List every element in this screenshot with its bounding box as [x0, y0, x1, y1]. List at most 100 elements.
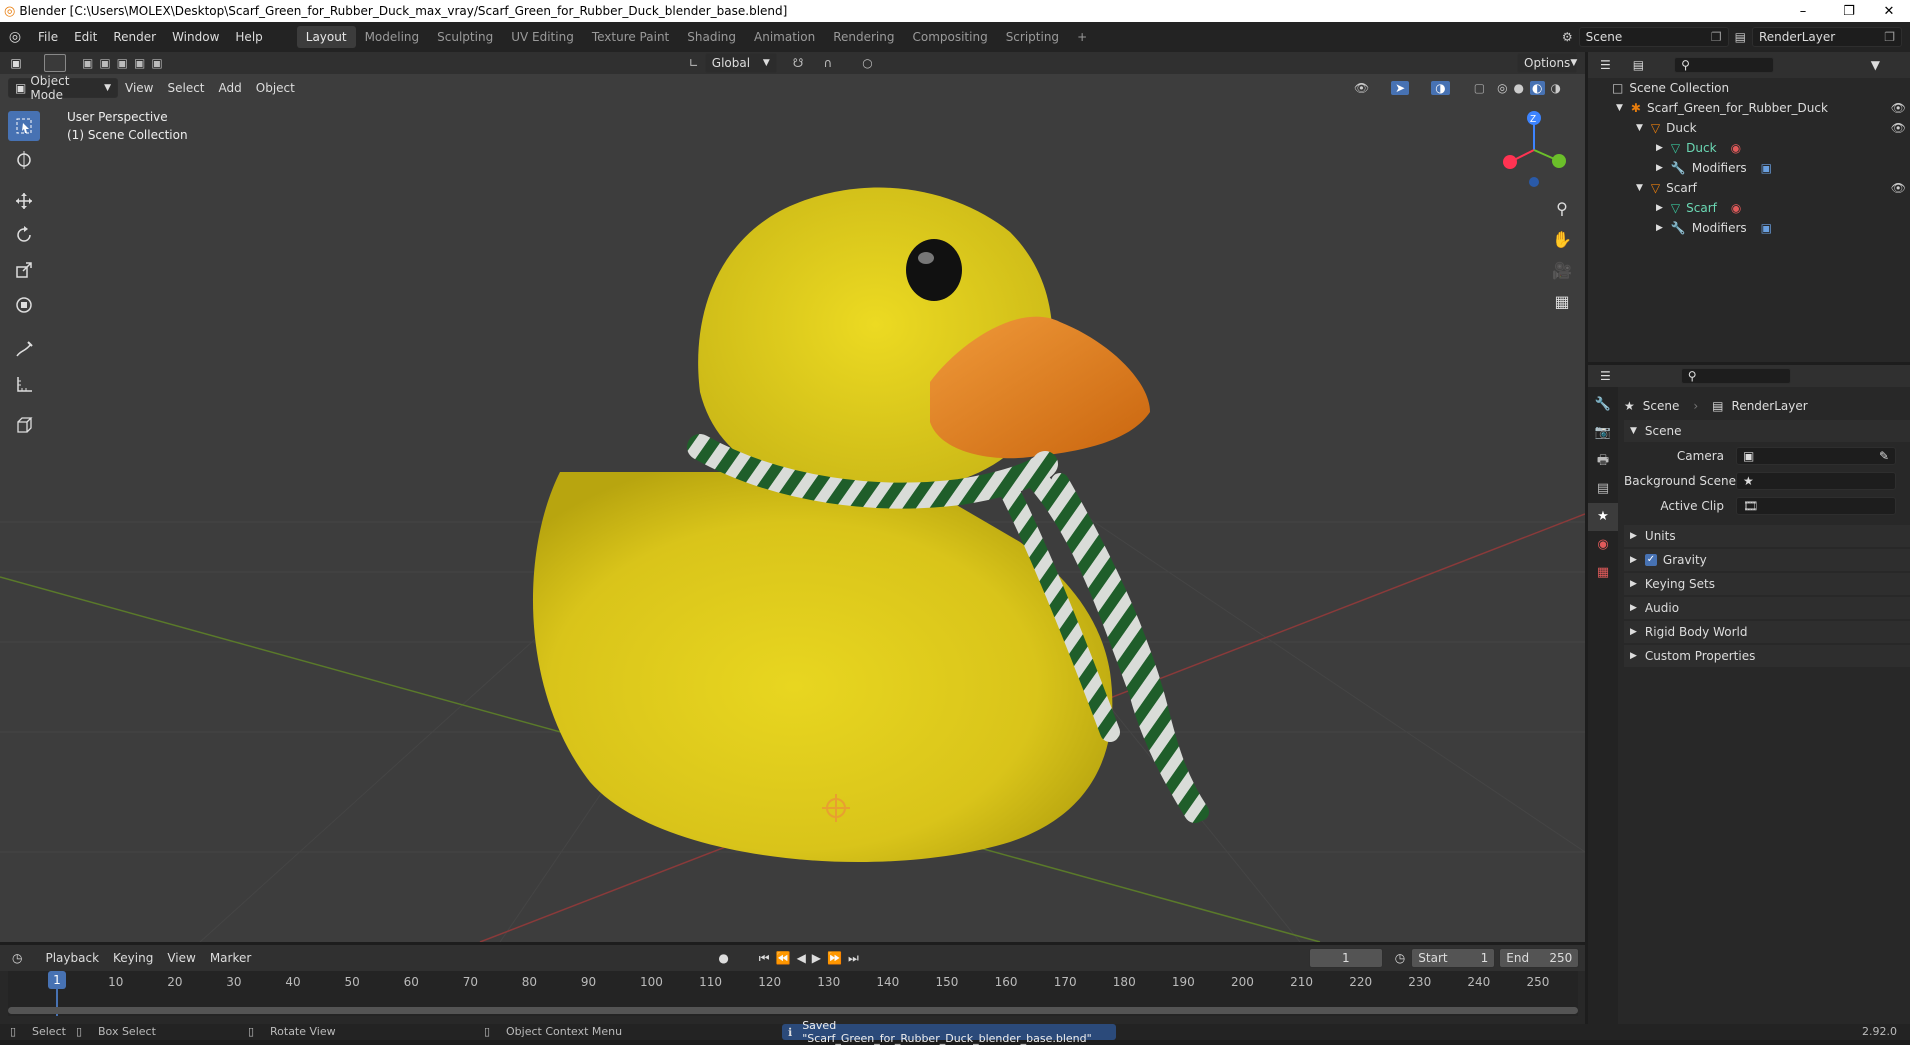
expand-arrow-icon[interactable]: ▶	[1656, 163, 1663, 173]
tool-tab-icon[interactable]: 🔧	[1588, 391, 1618, 419]
properties-search-input[interactable]: ⚲	[1680, 368, 1791, 384]
modifier-icon[interactable]: ▣	[1761, 161, 1772, 175]
gizmo-toggle-icon[interactable]: ➤	[1391, 81, 1410, 95]
rigid-body-world-panel[interactable]: ▶ Rigid Body World	[1624, 621, 1910, 643]
expand-arrow-icon[interactable]: ▶	[1656, 203, 1663, 213]
tab-rendering[interactable]: Rendering	[824, 26, 903, 48]
outliner-row-duck[interactable]: ▼ ▽ Duck 👁	[1588, 118, 1910, 138]
eye-icon[interactable]: 👁	[1891, 121, 1906, 135]
measure-tool-icon[interactable]	[8, 369, 40, 399]
menu-object[interactable]: Object	[249, 78, 302, 98]
scene-selector[interactable]: Scene ❐	[1578, 27, 1729, 47]
close-button[interactable]: ✕	[1866, 0, 1910, 22]
scene-panel-header[interactable]: ▼ Scene	[1624, 420, 1910, 442]
move-tool-icon[interactable]	[8, 186, 40, 216]
menu-select[interactable]: Select	[160, 78, 211, 98]
units-panel[interactable]: ▶ Units	[1624, 525, 1910, 547]
material-icon[interactable]: ◉	[1731, 201, 1741, 215]
expand-arrow-icon[interactable]: ▶	[1656, 223, 1663, 233]
expand-arrow-icon[interactable]: ▶	[1656, 143, 1663, 153]
selection-mode-icons[interactable]: ▣▣▣▣▣	[82, 56, 169, 70]
current-frame-field[interactable]: 1	[1308, 948, 1383, 968]
add-cube-tool-icon[interactable]	[8, 410, 40, 440]
cursor-tool-icon[interactable]	[8, 145, 40, 175]
outliner-row-scene-collection[interactable]: □ Scene Collection	[1588, 78, 1910, 98]
proportional-edit-icon[interactable]: ○	[862, 56, 872, 70]
editor-type-icon[interactable]: ◷	[12, 951, 22, 965]
outliner-search-input[interactable]: ⚲	[1674, 57, 1775, 73]
outliner-row-duck-modifiers[interactable]: ▶ 🔧 Modifiers ▣	[1588, 158, 1910, 178]
select-tool-icon[interactable]	[8, 111, 40, 141]
jump-end-icon[interactable]: ⏭	[848, 951, 859, 966]
zoom-icon[interactable]: ⚲	[1548, 193, 1576, 224]
outliner-row-duck-mesh[interactable]: ▶ ▽ Duck ◉	[1588, 138, 1910, 158]
gravity-panel[interactable]: ▶ ✓ Gravity	[1624, 549, 1910, 571]
gravity-checkbox[interactable]: ✓	[1644, 554, 1657, 566]
timeline-scrollbar[interactable]	[8, 1007, 1578, 1014]
menu-file[interactable]: File	[30, 26, 66, 48]
filter-icon[interactable]: ▼	[1871, 58, 1880, 72]
end-frame-field[interactable]: End 250	[1499, 948, 1580, 968]
tab-compositing[interactable]: Compositing	[903, 26, 996, 48]
display-mode-icon[interactable]: ▤	[1633, 58, 1644, 72]
expand-arrow-icon[interactable]: ▼	[1636, 183, 1643, 193]
menu-playback[interactable]: Playback	[38, 948, 106, 968]
play-icon[interactable]: ▶	[812, 951, 821, 965]
scene-tab-icon[interactable]: ★	[1588, 503, 1618, 531]
scale-tool-icon[interactable]	[8, 255, 40, 285]
outliner-row-scarf-modifiers[interactable]: ▶ 🔧 Modifiers ▣	[1588, 218, 1910, 238]
perspective-grid-icon[interactable]: ▦	[1548, 286, 1576, 317]
wireframe-shading-icon[interactable]: ◎	[1497, 81, 1507, 95]
camera-field[interactable]: ▣ ✎	[1736, 447, 1896, 465]
clock-icon[interactable]: ◷	[1395, 951, 1405, 965]
tab-shading[interactable]: Shading	[678, 26, 745, 48]
editor-type-icon[interactable]: ☰	[1600, 58, 1611, 72]
active-clip-field[interactable]: 🎞	[1736, 497, 1896, 515]
menu-window[interactable]: Window	[164, 26, 227, 48]
snap-icon[interactable]: ∩	[823, 56, 832, 70]
material-shading-icon[interactable]: ◐	[1530, 81, 1545, 95]
view-layer-selector[interactable]: RenderLayer ❐	[1752, 27, 1902, 47]
camera-view-icon[interactable]: 🎥	[1548, 255, 1576, 286]
menu-marker[interactable]: Marker	[203, 948, 258, 968]
menu-keying[interactable]: Keying	[106, 948, 160, 968]
pan-hand-icon[interactable]: ✋	[1548, 224, 1576, 255]
menu-add[interactable]: Add	[212, 78, 249, 98]
copy-icon[interactable]: ❐	[1884, 30, 1895, 44]
menu-render[interactable]: Render	[105, 26, 164, 48]
rendered-shading-icon[interactable]: ◑	[1551, 81, 1561, 95]
prev-keyframe-icon[interactable]: ⏪	[776, 951, 791, 965]
editor-type-icon[interactable]: ☰	[1600, 369, 1611, 383]
record-icon[interactable]: ●	[718, 951, 728, 965]
eye-icon[interactable]: 👁	[1891, 101, 1906, 115]
render-tab-icon[interactable]: 📷	[1588, 419, 1618, 447]
expand-arrow-icon[interactable]: ▼	[1636, 123, 1643, 133]
jump-start-icon[interactable]: ⏮	[759, 951, 770, 966]
overlay-toggle-icon[interactable]: ◑	[1431, 81, 1450, 95]
annotate-tool-icon[interactable]	[8, 334, 40, 364]
tab-scripting[interactable]: Scripting	[997, 26, 1068, 48]
output-tab-icon[interactable]: 🖶	[1588, 447, 1618, 475]
menu-view[interactable]: View	[160, 948, 202, 968]
outliner-row-scarf-mesh[interactable]: ▶ ▽ Scarf ◉	[1588, 198, 1910, 218]
visibility-icon[interactable]: 👁	[1354, 81, 1369, 95]
pivot-icon[interactable]: ☋	[793, 56, 804, 70]
solid-shading-icon[interactable]: ●	[1514, 81, 1524, 95]
playhead[interactable]: 1	[48, 971, 66, 989]
modifier-icon[interactable]: ▣	[1761, 221, 1772, 235]
xray-icon[interactable]: ▢	[1474, 81, 1485, 95]
tab-sculpting[interactable]: Sculpting	[428, 26, 502, 48]
world-tab-icon[interactable]: ◉	[1588, 531, 1618, 559]
outliner-row-collection[interactable]: ▼ ✱ Scarf_Green_for_Rubber_Duck 👁	[1588, 98, 1910, 118]
next-keyframe-icon[interactable]: ⏩	[827, 951, 842, 965]
menu-view[interactable]: View	[118, 78, 160, 98]
editor-type-icon[interactable]: ▣	[0, 56, 32, 70]
tab-uv-editing[interactable]: UV Editing	[502, 26, 583, 48]
background-scene-field[interactable]: ★	[1736, 472, 1896, 490]
transform-orientation-dropdown[interactable]: Global ▼	[704, 53, 777, 73]
view-layer-tab-icon[interactable]: ▤	[1588, 475, 1618, 503]
expand-arrow-icon[interactable]: ▼	[1616, 103, 1623, 113]
play-reverse-icon[interactable]: ◀	[797, 951, 806, 965]
scene-browse-icon[interactable]: ⚙	[1562, 30, 1573, 44]
select-box-icon[interactable]	[44, 54, 66, 72]
